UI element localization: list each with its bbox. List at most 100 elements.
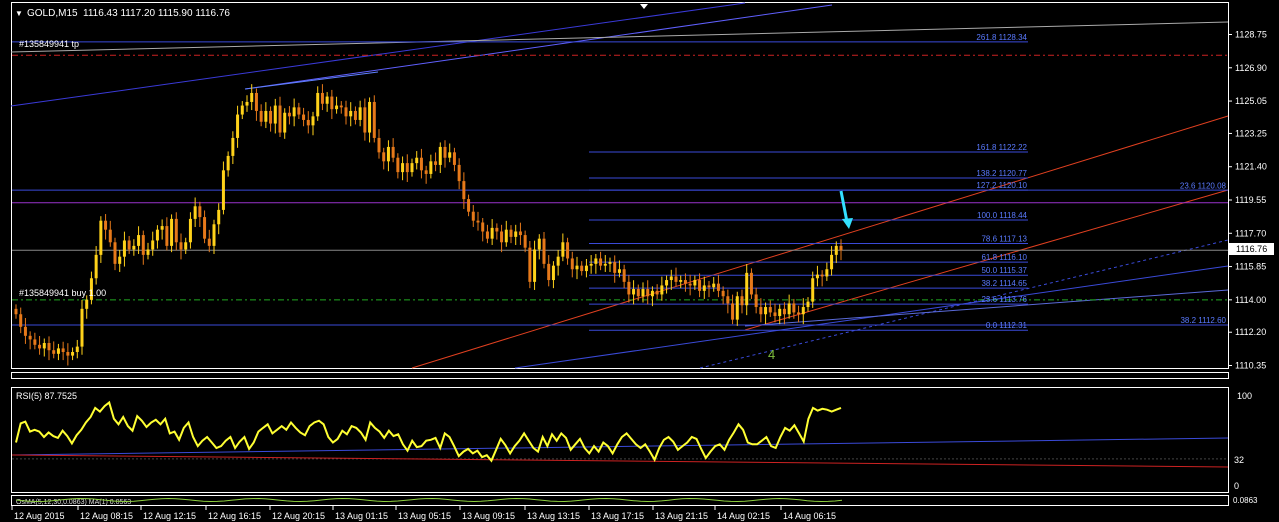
candle-body — [839, 245, 843, 251]
candle-body — [528, 247, 532, 282]
candle-body — [382, 152, 386, 162]
candle-body — [495, 227, 499, 232]
time-tick-label: 12 Aug 08:15 — [80, 511, 133, 521]
candle-body — [179, 242, 183, 250]
candle-body — [636, 289, 640, 297]
fib-level-label: 261.8 1128.34 — [976, 33, 1027, 42]
candle-body — [660, 285, 664, 295]
candle-body — [448, 152, 452, 158]
candle-body — [806, 301, 810, 308]
chart-menu-arrow-icon[interactable]: ▼ — [15, 9, 23, 18]
candle-body — [457, 164, 461, 182]
candle-body — [679, 280, 683, 282]
fib-level-label: 50.0 1115.37 — [981, 266, 1027, 275]
candle-body — [52, 350, 56, 354]
candle-body — [339, 105, 343, 108]
candle-body — [269, 110, 273, 124]
candle-body — [551, 265, 555, 281]
trading-chart[interactable]: ▼ GOLD,M15 1116.43 1117.20 1115.90 1116.… — [0, 0, 1279, 522]
candle-body — [377, 137, 381, 153]
candle-body — [452, 152, 456, 165]
candle-body — [363, 107, 367, 133]
fib-level-label: 138.2 1120.77 — [976, 169, 1027, 178]
candle-body — [764, 307, 768, 315]
candle-body — [80, 308, 84, 347]
candle-body — [155, 229, 159, 241]
candle-body — [721, 290, 725, 297]
rsi-level-0: 0 — [1234, 481, 1239, 491]
fib-level-label: 78.6 1117.13 — [981, 235, 1027, 244]
candle-body — [749, 272, 753, 295]
candle-body — [462, 181, 466, 200]
candle-body — [132, 245, 136, 250]
candle-body — [236, 114, 240, 138]
candle-body — [349, 110, 353, 117]
candle-body — [75, 346, 79, 353]
candle-body — [481, 222, 485, 232]
candle-body — [198, 206, 202, 218]
candle-body — [273, 105, 277, 124]
candle-body — [122, 240, 126, 257]
oscillator-level: 0.0863 — [1233, 496, 1258, 505]
price-axis-layer: 1128.75 1126.90 1125.05 1123.25 1121.40 1119.… — [1228, 30, 1267, 371]
candle-body — [245, 101, 249, 106]
candle-body — [825, 269, 829, 277]
candle-body — [14, 308, 18, 315]
candle-body — [782, 308, 786, 315]
candle-body — [217, 209, 221, 225]
time-tick-label: 12 Aug 16:15 — [208, 511, 261, 521]
candle-body — [556, 256, 560, 266]
candle-body — [504, 229, 508, 243]
candle-body — [47, 343, 51, 351]
candle-body — [570, 258, 574, 270]
price-tick-label: 1114.00 — [1235, 295, 1266, 305]
candle-body — [254, 92, 258, 111]
candle-body — [151, 240, 155, 250]
candle-body — [792, 303, 796, 313]
candle-body — [641, 289, 645, 297]
candle-body — [401, 163, 405, 173]
candle-body — [94, 254, 98, 279]
candle-body — [66, 352, 70, 356]
panel-divider — [11, 372, 1229, 379]
price-tick-label: 1119.55 — [1235, 195, 1266, 205]
candle-body — [523, 235, 527, 248]
candle-body — [542, 238, 546, 264]
candle-body — [184, 242, 188, 250]
candle-body — [537, 238, 541, 250]
fib-level-label: 38.2 1114.65 — [981, 279, 1027, 288]
candle-body — [754, 294, 758, 308]
rsi-label: RSI(5) 87.7525 — [16, 391, 77, 401]
main-chart-panel[interactable] — [11, 2, 1229, 369]
candle-body — [834, 245, 838, 255]
candle-body — [509, 229, 513, 237]
candle-body — [306, 119, 310, 126]
oscillator-label: OsMA(5,12,30,0.0863) MA(1) 0.0563 — [16, 499, 131, 506]
candle-body — [33, 339, 37, 345]
candle-body — [632, 289, 636, 295]
candle-body — [665, 280, 669, 286]
candle-body — [830, 254, 834, 270]
candle-body — [278, 105, 282, 133]
candle-body — [302, 114, 306, 120]
candle-body — [698, 280, 702, 291]
candle-body — [693, 280, 697, 286]
candle-body — [580, 265, 584, 272]
fib-level-label: 61.8 1116.10 — [981, 253, 1027, 262]
candle-body — [811, 278, 815, 302]
candle-body — [646, 289, 650, 297]
candle-body — [820, 274, 824, 277]
candle-body — [594, 258, 598, 264]
candle-body — [297, 107, 301, 115]
candle-body — [726, 296, 730, 304]
candle-body — [476, 220, 480, 223]
candle-body — [613, 262, 617, 273]
candle-body — [311, 116, 315, 126]
symbol-label: GOLD,M15 — [27, 8, 78, 19]
candle-body — [787, 303, 791, 315]
candle-body — [170, 218, 174, 246]
candle-body — [104, 220, 108, 230]
buy-order-label: #135849941 buy 1.00 — [19, 288, 106, 298]
rsi-level-32: 32 — [1234, 455, 1244, 465]
candle-body — [38, 344, 42, 349]
